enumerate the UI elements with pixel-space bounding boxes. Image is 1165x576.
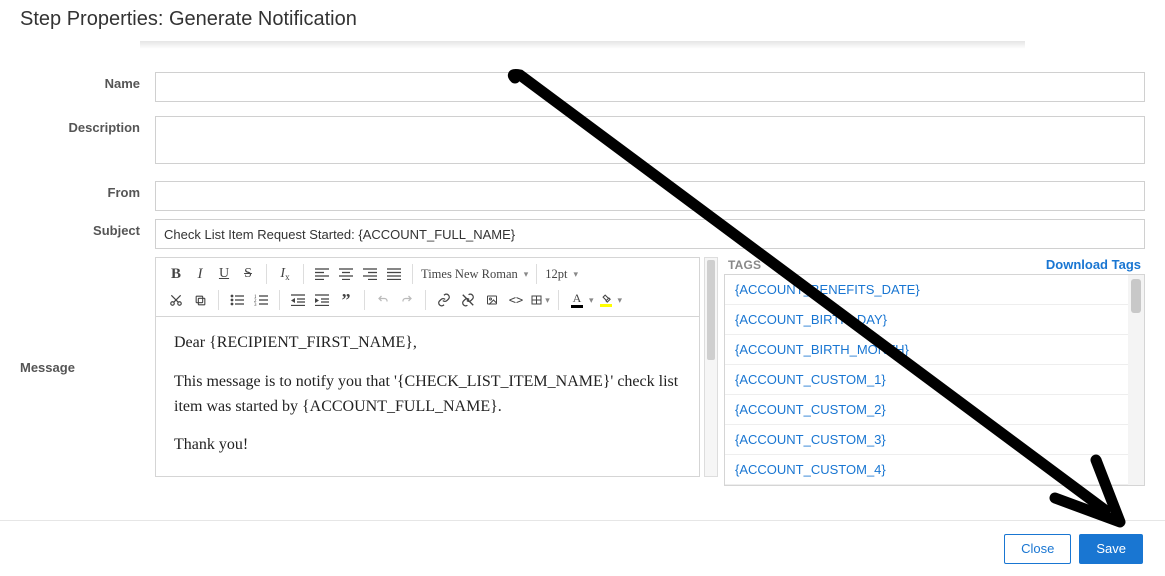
row-subject: Subject — [20, 219, 1145, 249]
font-size-dropdown[interactable]: 12pt ▾ — [539, 263, 584, 285]
tag-item[interactable]: {ACCOUNT_CUSTOM_3} — [725, 425, 1128, 455]
save-button[interactable]: Save — [1079, 534, 1143, 564]
editor-scrollbar[interactable] — [704, 257, 718, 477]
align-justify-button[interactable] — [382, 263, 406, 285]
text-color-button[interactable]: A — [565, 289, 589, 311]
tag-item[interactable]: {ACCOUNT_CUSTOM_1} — [725, 365, 1128, 395]
copy-button[interactable] — [188, 289, 212, 311]
highlight-button[interactable] — [594, 289, 618, 311]
row-message: Message B I U S — [20, 257, 1145, 486]
tag-item[interactable]: {ACCOUNT_BIRTH_MONTH} — [725, 335, 1128, 365]
header-shadow — [140, 41, 1025, 49]
description-input[interactable] — [155, 116, 1145, 164]
label-name: Name — [20, 72, 155, 91]
label-subject: Subject — [20, 219, 155, 238]
tag-item[interactable]: {ACCOUNT_BENEFITS_DATE} — [725, 275, 1128, 305]
align-center-button[interactable] — [334, 263, 358, 285]
tag-item[interactable]: {ACCOUNT_BIRTH_DAY} — [725, 305, 1128, 335]
outdent-button[interactable] — [286, 289, 310, 311]
editor-line: Dear {RECIPIENT_FIRST_NAME}, — [174, 331, 681, 356]
download-tags-link[interactable]: Download Tags — [1046, 257, 1141, 272]
name-input[interactable] — [155, 72, 1145, 102]
from-input[interactable] — [155, 181, 1145, 211]
code-view-button[interactable]: <> — [504, 289, 528, 311]
subject-input[interactable] — [155, 219, 1145, 249]
label-description: Description — [20, 116, 155, 135]
image-button[interactable] — [480, 289, 504, 311]
row-from: From — [20, 181, 1145, 211]
underline-button[interactable]: U — [212, 263, 236, 285]
row-name: Name — [20, 72, 1145, 102]
tags-title: TAGS — [728, 258, 761, 272]
font-family-value: Times New Roman — [421, 267, 518, 282]
unlink-button[interactable] — [456, 289, 480, 311]
scrollbar-thumb[interactable] — [707, 260, 715, 360]
form-area: Name Description From Subject Message — [0, 49, 1165, 486]
chevron-down-icon[interactable]: ▾ — [618, 295, 623, 306]
align-right-button[interactable] — [358, 263, 382, 285]
redo-button[interactable] — [395, 289, 419, 311]
editor-toolbar: B I U S Ix — [156, 258, 699, 317]
undo-button[interactable] — [371, 289, 395, 311]
indent-button[interactable] — [310, 289, 334, 311]
label-message: Message — [20, 257, 155, 477]
chevron-down-icon: ▾ — [545, 295, 550, 306]
unordered-list-button[interactable] — [225, 289, 249, 311]
align-left-button[interactable] — [310, 263, 334, 285]
label-from: From — [20, 181, 155, 200]
chevron-down-icon: ▾ — [574, 269, 579, 280]
bold-button[interactable]: B — [164, 263, 188, 285]
italic-button[interactable]: I — [188, 263, 212, 285]
font-size-value: 12pt — [545, 267, 567, 282]
row-description: Description — [20, 116, 1145, 167]
tags-list: {ACCOUNT_BENEFITS_DATE} {ACCOUNT_BIRTH_D… — [725, 275, 1128, 485]
dialog-title: Step Properties: Generate Notification — [0, 0, 1165, 41]
editor-content[interactable]: Dear {RECIPIENT_FIRST_NAME}, This messag… — [156, 317, 699, 476]
font-family-dropdown[interactable]: Times New Roman ▾ — [415, 263, 534, 285]
scrollbar-thumb[interactable] — [1131, 279, 1141, 313]
clear-format-button[interactable]: Ix — [273, 263, 297, 285]
editor-line: Thank you! — [174, 433, 681, 458]
ordered-list-button[interactable]: 123 — [249, 289, 273, 311]
table-button[interactable]: ▾ — [528, 289, 552, 311]
tags-panel: TAGS Download Tags {ACCOUNT_BENEFITS_DAT… — [724, 257, 1145, 486]
dialog-footer: Close Save — [0, 520, 1165, 576]
tag-item[interactable]: {ACCOUNT_CUSTOM_2} — [725, 395, 1128, 425]
close-button[interactable]: Close — [1004, 534, 1071, 564]
blockquote-button[interactable]: ” — [334, 289, 358, 311]
tags-scrollbar[interactable] — [1128, 275, 1144, 485]
chevron-down-icon: ▾ — [524, 269, 529, 280]
strike-button[interactable]: S — [236, 263, 260, 285]
svg-text:3: 3 — [254, 303, 257, 306]
tag-item[interactable]: {ACCOUNT_CUSTOM_4} — [725, 455, 1128, 485]
editor-line: {CURRENT_DATE_TIME} — [174, 472, 681, 476]
cut-button[interactable] — [164, 289, 188, 311]
rich-text-editor: B I U S Ix — [155, 257, 700, 477]
link-button[interactable] — [432, 289, 456, 311]
editor-line: This message is to notify you that '{CHE… — [174, 370, 681, 420]
